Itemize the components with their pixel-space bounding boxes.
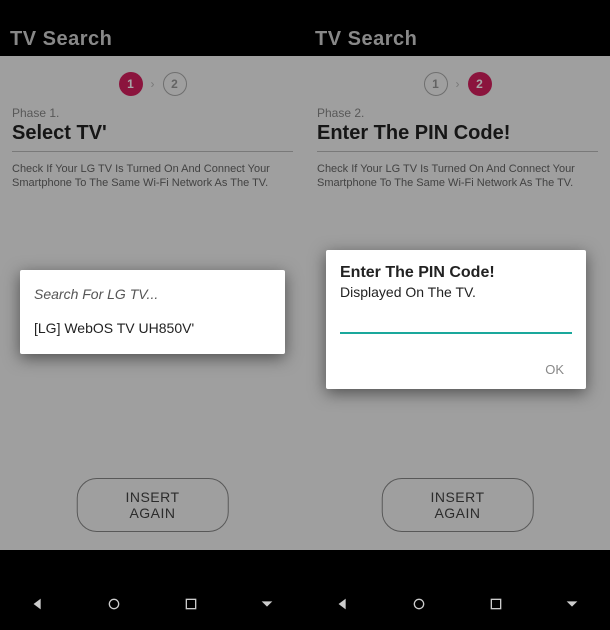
phase-title: Select TV' xyxy=(12,122,293,152)
app-header: TV Search xyxy=(305,20,610,56)
stepper: 1 › 2 xyxy=(0,56,305,106)
search-tv-dialog: Search For LG TV... [LG] WebOS TV UH850V… xyxy=(20,270,285,354)
pin-input[interactable] xyxy=(340,310,572,334)
ok-button[interactable]: OK xyxy=(340,358,572,381)
navigation-bar xyxy=(0,582,610,630)
home-icon[interactable] xyxy=(106,596,122,617)
tv-list-item[interactable]: [LG] WebOS TV UH850V' xyxy=(34,320,271,336)
instructions-text: Check If Your LG TV Is Turned On And Con… xyxy=(317,162,598,191)
step-1[interactable]: 1 xyxy=(424,72,448,96)
chevron-right-icon: › xyxy=(151,77,155,91)
step-2[interactable]: 2 xyxy=(468,72,492,96)
back-icon[interactable] xyxy=(335,596,351,617)
phase-title: Enter The PIN Code! xyxy=(317,122,598,152)
step-2[interactable]: 2 xyxy=(163,72,187,96)
menu-icon[interactable] xyxy=(259,596,275,617)
back-icon[interactable] xyxy=(30,596,46,617)
recent-icon[interactable] xyxy=(488,596,504,617)
pin-dialog-subtitle: Displayed On The TV. xyxy=(340,284,572,300)
insert-again-button[interactable]: INSERT AGAIN xyxy=(381,478,534,532)
pin-code-dialog: Enter The PIN Code! Displayed On The TV.… xyxy=(326,250,586,389)
phase-label: Phase 1. xyxy=(12,106,293,120)
instructions-text: Check If Your LG TV Is Turned On And Con… xyxy=(12,162,293,191)
stepper: 1 › 2 xyxy=(305,56,610,106)
insert-again-button[interactable]: INSERT AGAIN xyxy=(76,478,229,532)
dialog-title: Search For LG TV... xyxy=(34,286,271,302)
recent-icon[interactable] xyxy=(183,596,199,617)
pin-dialog-title: Enter The PIN Code! xyxy=(340,264,572,282)
chevron-right-icon: › xyxy=(456,77,460,91)
menu-icon[interactable] xyxy=(564,596,580,617)
step-1[interactable]: 1 xyxy=(119,72,143,96)
app-header: TV Search xyxy=(0,20,305,56)
phase-label: Phase 2. xyxy=(317,106,598,120)
home-icon[interactable] xyxy=(411,596,427,617)
